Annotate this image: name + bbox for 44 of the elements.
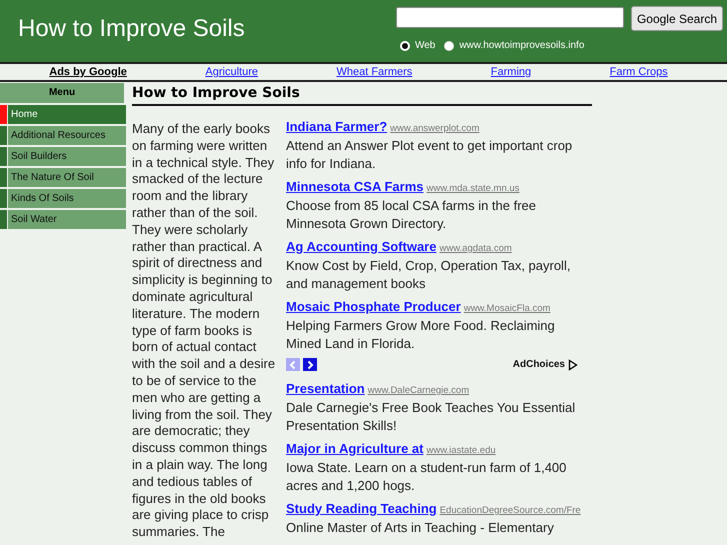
radio-label: www.howtoimprovesoils.info — [459, 40, 584, 51]
ad-url-link[interactable]: www.answerplot.com — [390, 123, 480, 134]
menu-heading: Menu — [0, 83, 124, 103]
adchoices-link[interactable]: AdChoices — [512, 359, 565, 370]
nav-link[interactable]: Farming — [490, 66, 532, 78]
ad-url-link[interactable]: www.MosaicFla.com — [464, 303, 550, 314]
ad-url-link[interactable]: www.DaleCarnegie.com — [368, 385, 470, 396]
ad-title-link[interactable]: Mosaic Phosphate Producer — [286, 299, 461, 314]
ad-text: Helping Farmers Grow More Food. Reclaiming Mined Land in Florida. — [286, 317, 556, 352]
site-title: How to Improve Soils — [18, 15, 245, 43]
ad-text: Dale Carnegie's Free Book Teaches You Essential Presentation Skills! — [286, 399, 576, 434]
radio-label: Web — [414, 40, 436, 51]
radio-button[interactable] — [444, 40, 454, 50]
menu-item[interactable]: The Nature Of Soil — [8, 168, 126, 187]
ad-url-link[interactable]: www.iastate.edu — [426, 445, 496, 456]
search-button[interactable]: Google Search — [630, 6, 723, 31]
ad-title-link[interactable]: Major in Agriculture at — [286, 441, 424, 456]
ad-text: Attend an Answer Plot event to get important crop info for Indiana. — [286, 137, 574, 172]
ad-text: Choose from 85 local CSA farms in the free Minnesota Grown Directory. — [286, 197, 538, 232]
menu-item[interactable]: Soil Builders — [8, 147, 126, 166]
ads-by-google-link[interactable]: Ads by Google — [49, 66, 127, 78]
nav-link[interactable]: Farm Crops — [610, 66, 668, 78]
ad-title-link[interactable]: Presentation — [286, 381, 365, 396]
ad-text: Online Master of Arts in Teaching - Elementary — [286, 519, 555, 536]
nav-link[interactable]: Wheat Farmers — [336, 66, 412, 78]
article-text: Many of the early books on farming were written in a technical style. They smacked of the lecture room and the library rather than of the soil. They were scholarly rather than practical. A spirit of directness and simplicity is beginning to dominate agricultural literature. The modern type of farm books is born of actual contact with the soil and a desire to be of service to the men who are getting a living from the soil. They are democratic; they discuss common things in a plain way. The long and tedious tables of figures in the old books are giving place to crisp summaries. The — [132, 121, 276, 542]
ad-title-link[interactable]: Indiana Farmer? — [286, 119, 388, 134]
menu-item[interactable]: Kinds Of Soils — [8, 189, 126, 208]
nav-link[interactable]: Agriculture — [205, 66, 258, 78]
menu-item[interactable]: Home — [8, 105, 126, 124]
play-icon[interactable] — [568, 358, 578, 370]
ad-title-link[interactable]: Minnesota CSA Farms — [286, 179, 424, 194]
menu-item[interactable]: Soil Water — [8, 210, 126, 229]
ad-url-link[interactable]: www.agdata.com — [439, 243, 512, 254]
ad-text: Know Cost by Field, Crop, Operation Tax, payroll, and management books — [286, 257, 572, 292]
ad-url-link[interactable]: EducationDegreeSource.com/Fre — [440, 505, 581, 516]
ad-title-link[interactable]: Study Reading Teaching — [286, 501, 437, 516]
menu-item[interactable]: Additional Resources — [8, 126, 126, 145]
next-button[interactable] — [303, 358, 317, 371]
ad-title-link[interactable]: Ag Accounting Software — [286, 239, 436, 254]
ad-text: Iowa State. Learn on a student-run farm of 1,400 acres and 1,200 hogs. — [286, 459, 568, 494]
search-field[interactable] — [396, 7, 624, 28]
article-title: How to Improve Soils — [132, 82, 592, 106]
ad-url-link[interactable]: www.mda.state.mn.us — [426, 183, 520, 194]
